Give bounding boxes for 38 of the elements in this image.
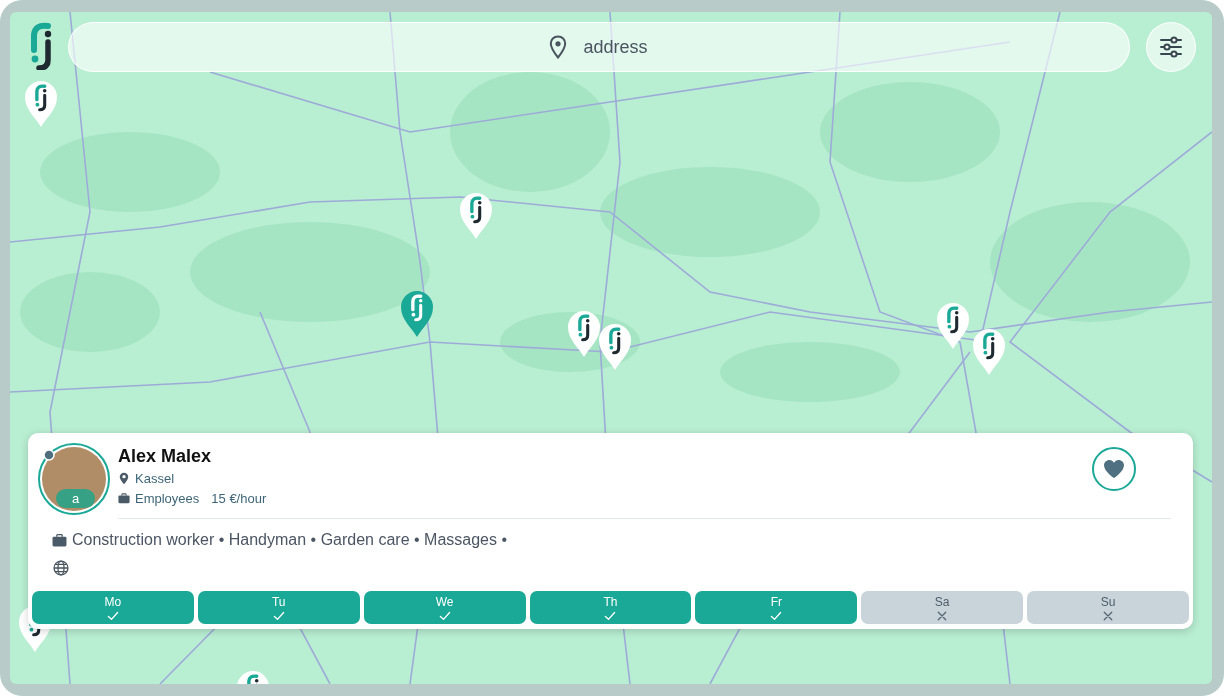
heart-icon	[1103, 459, 1125, 479]
check-icon	[272, 610, 285, 621]
day-availability-chip: Sa	[861, 591, 1024, 624]
check-icon	[770, 610, 783, 621]
day-availability-chip: Fr	[695, 591, 858, 624]
location-text: Kassel	[135, 470, 175, 486]
globe-icon	[53, 560, 69, 576]
map-pin-icon[interactable]	[24, 80, 58, 128]
hourly-rate: 15 €/hour	[211, 490, 267, 506]
day-availability-chip: We	[363, 591, 526, 624]
day-availability-chip: Th	[529, 591, 692, 624]
skills-text: Construction worker • Handyman • Garden care • Massages •	[72, 531, 508, 549]
day-availability-chip: Mo	[32, 591, 194, 624]
map-pin-icon[interactable]	[567, 310, 601, 358]
favorite-button[interactable]	[1092, 447, 1136, 491]
day-availability-chip: Su	[1027, 591, 1189, 624]
check-icon	[106, 610, 119, 621]
employment-type: Employees	[135, 490, 200, 506]
check-icon	[604, 610, 617, 621]
check-icon	[438, 610, 451, 621]
avatar-badge: a	[56, 489, 95, 508]
day-availability-chip: Tu	[197, 591, 360, 624]
map-pin-icon[interactable]	[459, 192, 493, 240]
profile-name: Alex Malex	[118, 445, 213, 467]
sliders-icon	[1159, 36, 1183, 58]
search-field[interactable]: address	[68, 22, 1130, 72]
briefcase-icon	[118, 491, 130, 505]
status-dot-icon	[43, 449, 55, 461]
cross-icon	[1102, 610, 1115, 621]
location-pin-icon	[549, 35, 567, 59]
profile-card[interactable]: a Alex Malex Kassel Employees 15 €/hour Construction worker • Handyman • Garden care • Massages • Mo Tu We Th Fr Sa Su	[28, 433, 1193, 629]
location-pin-icon	[118, 471, 130, 485]
map-pin-icon[interactable]	[598, 323, 632, 371]
cross-icon	[936, 610, 949, 621]
map-pin-icon[interactable]	[936, 302, 970, 350]
map-pin-icon[interactable]	[972, 328, 1006, 376]
filter-button[interactable]	[1146, 22, 1196, 72]
briefcase-icon	[52, 533, 67, 547]
